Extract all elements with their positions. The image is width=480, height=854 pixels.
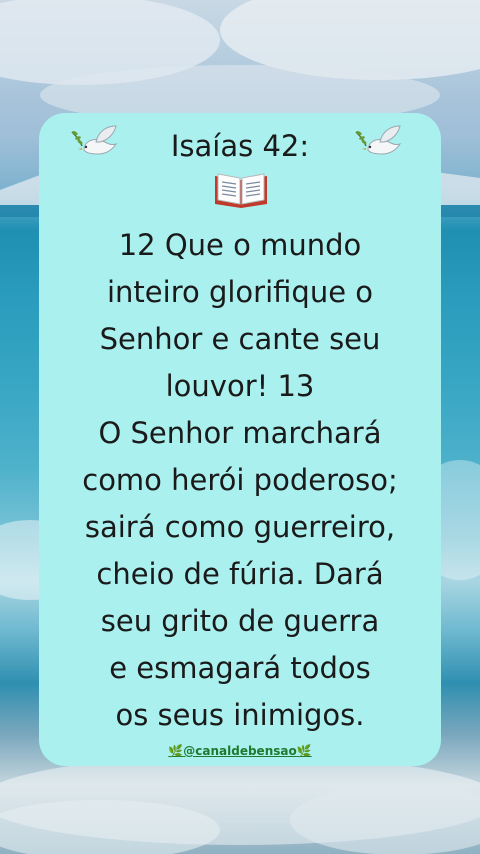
verse-line: como herói poderoso;: [82, 463, 398, 497]
dove-with-olive-branch-icon: [355, 125, 402, 155]
channel-handle[interactable]: 🌿@canaldebensao🌿: [0, 743, 480, 759]
verse-line: sairá como guerreiro,: [84, 510, 396, 544]
verse-line: O Senhor marchará: [98, 416, 382, 450]
verse-line: os seus inimigos.: [115, 698, 365, 732]
verse-line: inteiro glorifique o: [107, 275, 373, 309]
verse-line: e esmagará todos: [109, 651, 371, 685]
verse-line: cheio de fúria. Dará: [96, 557, 384, 591]
herb-icon: 🌿: [168, 744, 184, 758]
open-book-icon: [215, 173, 267, 208]
verse-line: louvor! 13: [165, 369, 315, 403]
channel-handle-text: @canaldebensao: [183, 744, 297, 758]
herb-icon: 🌿: [296, 744, 312, 758]
verse-line: Senhor e cante seu: [99, 322, 381, 356]
verse-line: seu grito de guerra: [100, 604, 380, 638]
verse-text: 12 Que o mundo inteiro glorifique o Senh…: [44, 222, 436, 739]
verse-line: 12 Que o mundo: [118, 228, 362, 262]
